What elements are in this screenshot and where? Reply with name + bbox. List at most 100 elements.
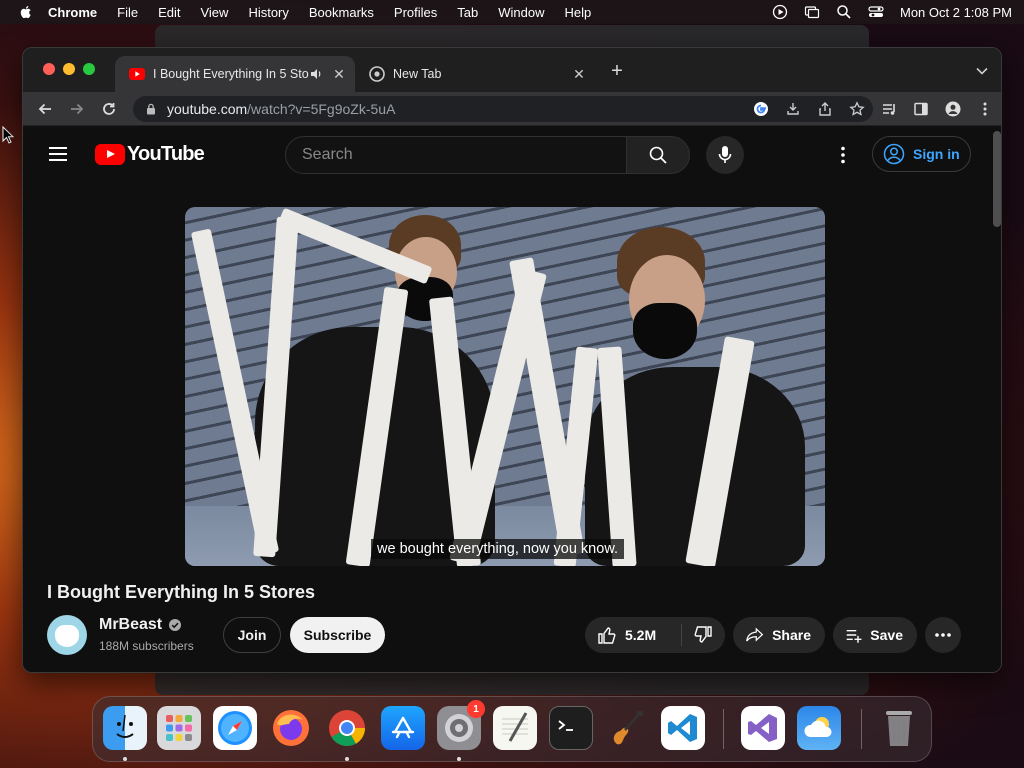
menu-edit[interactable]: Edit <box>158 5 180 20</box>
dock-chrome-icon[interactable] <box>325 706 369 750</box>
verified-badge-icon <box>169 619 182 631</box>
video-person-right-mask <box>633 303 697 359</box>
forward-arrow-icon[interactable] <box>69 101 85 117</box>
dock-running-indicator <box>457 757 461 761</box>
page-scrollbar[interactable] <box>993 131 1001 227</box>
youtube-play-logo-icon <box>95 144 125 165</box>
thumbs-up-icon <box>598 627 616 644</box>
toolbar-right-actions <box>881 101 993 117</box>
macos-dock: 1 <box>92 696 932 762</box>
bookmark-star-icon[interactable] <box>849 101 865 117</box>
dock-textedit-icon[interactable] <box>493 706 537 750</box>
spotlight-search-icon[interactable] <box>836 4 852 20</box>
browser-toolbar: youtube.com/watch?v=5Fg9oZk-5uA <box>23 92 1001 126</box>
menu-app-name[interactable]: Chrome <box>48 5 97 20</box>
menu-window[interactable]: Window <box>498 5 544 20</box>
dock-firefox-icon[interactable] <box>269 706 313 750</box>
youtube-wordmark: YouTube <box>127 143 205 165</box>
minimize-window-button[interactable] <box>63 63 75 75</box>
url-domain: youtube.com <box>167 101 248 117</box>
back-arrow-icon[interactable] <box>37 101 53 117</box>
menu-help[interactable]: Help <box>565 5 592 20</box>
install-app-icon[interactable] <box>785 101 801 117</box>
subscriber-count: 188M subscribers <box>99 639 194 653</box>
now-playing-icon[interactable] <box>772 4 788 20</box>
tab-youtube-video[interactable]: I Bought Everything In 5 Stores ✕ <box>115 56 355 92</box>
tab-title: New Tab <box>393 67 442 81</box>
media-controls-icon[interactable] <box>881 101 897 117</box>
dock-vscode-icon[interactable] <box>661 706 705 750</box>
join-button[interactable]: Join <box>223 617 281 653</box>
screen-mirroring-icon[interactable] <box>804 4 820 20</box>
chrome-favicon-icon <box>369 66 385 82</box>
google-lens-icon[interactable] <box>753 101 769 117</box>
omnibox-actions <box>753 101 865 117</box>
menu-bookmarks[interactable]: Bookmarks <box>309 5 374 20</box>
tab-strip: I Bought Everything In 5 Stores ✕ New Ta… <box>23 48 1001 92</box>
new-tab-button[interactable]: + <box>607 61 627 82</box>
search-icon <box>649 146 667 164</box>
audio-playing-icon[interactable] <box>309 67 323 81</box>
dock-trash-icon[interactable] <box>877 706 921 750</box>
menu-history[interactable]: History <box>248 5 288 20</box>
channel-name-link[interactable]: MrBeast <box>99 616 182 634</box>
dislike-button[interactable] <box>682 625 724 645</box>
chrome-window: I Bought Everything In 5 Stores ✕ New Ta… <box>22 47 1002 673</box>
voice-search-button[interactable] <box>706 136 744 174</box>
share-button[interactable]: Share <box>733 617 825 653</box>
dock-visual-studio-icon[interactable] <box>741 706 785 750</box>
dock-separator <box>861 709 862 749</box>
search-button[interactable] <box>626 136 690 174</box>
hamburger-menu-icon[interactable] <box>49 147 67 161</box>
control-center-icon[interactable] <box>868 4 884 20</box>
reload-icon[interactable] <box>101 101 117 117</box>
dock-garageband-icon[interactable] <box>605 706 649 750</box>
share-page-icon[interactable] <box>817 101 833 117</box>
dock-weather-icon[interactable] <box>797 706 841 750</box>
menubar-clock[interactable]: Mon Oct 2 1:08 PM <box>900 5 1012 20</box>
like-button[interactable]: 5.2M <box>585 624 682 646</box>
menu-file[interactable]: File <box>117 5 138 20</box>
subscribe-button[interactable]: Subscribe <box>290 617 385 653</box>
dock-finder-icon[interactable] <box>103 706 147 750</box>
like-count: 5.2M <box>625 627 657 643</box>
dock-launchpad-icon[interactable] <box>157 706 201 750</box>
tab-search-chevron-icon[interactable] <box>975 64 989 78</box>
dock-terminal-icon[interactable] <box>549 706 593 750</box>
channel-avatar[interactable] <box>47 615 87 655</box>
sign-in-label: Sign in <box>913 146 960 162</box>
share-label: Share <box>772 627 811 643</box>
more-actions-button[interactable] <box>925 617 961 653</box>
macos-menubar: Chrome File Edit View History Bookmarks … <box>0 0 1024 24</box>
mouse-cursor-icon <box>2 126 14 144</box>
youtube-logo[interactable]: YouTube <box>95 143 205 166</box>
share-arrow-icon <box>746 627 764 642</box>
address-bar[interactable]: youtube.com/watch?v=5Fg9oZk-5uA <box>133 96 873 122</box>
close-tab-icon[interactable]: ✕ <box>571 66 587 82</box>
side-panel-icon[interactable] <box>913 101 929 117</box>
search-input[interactable]: Search <box>285 136 627 174</box>
menu-tab[interactable]: Tab <box>457 5 478 20</box>
search-placeholder: Search <box>302 146 353 163</box>
dock-system-settings-icon[interactable]: 1 <box>437 700 485 750</box>
close-tab-icon[interactable]: ✕ <box>331 66 347 82</box>
zoom-window-button[interactable] <box>83 63 95 75</box>
sign-in-button[interactable]: Sign in <box>872 136 971 172</box>
save-button[interactable]: Save <box>833 617 917 653</box>
notification-badge: 1 <box>467 700 485 718</box>
like-dislike-group: 5.2M <box>585 617 725 653</box>
close-window-button[interactable] <box>43 63 55 75</box>
settings-more-icon[interactable] <box>833 145 853 165</box>
chrome-menu-icon[interactable] <box>977 101 993 117</box>
menu-profiles[interactable]: Profiles <box>394 5 437 20</box>
dock-safari-icon[interactable] <box>213 706 257 750</box>
profile-avatar-icon[interactable] <box>945 101 961 117</box>
apple-logo-icon[interactable] <box>18 4 34 20</box>
lock-icon[interactable] <box>145 103 157 115</box>
youtube-favicon-icon <box>129 68 145 80</box>
menu-view[interactable]: View <box>200 5 228 20</box>
youtube-page: YouTube Search Sign in we bought everyth… <box>23 127 1001 672</box>
tab-new-tab[interactable]: New Tab ✕ <box>363 56 595 92</box>
video-player[interactable]: we bought everything, now you know. <box>185 207 825 566</box>
dock-app-store-icon[interactable] <box>381 706 425 750</box>
